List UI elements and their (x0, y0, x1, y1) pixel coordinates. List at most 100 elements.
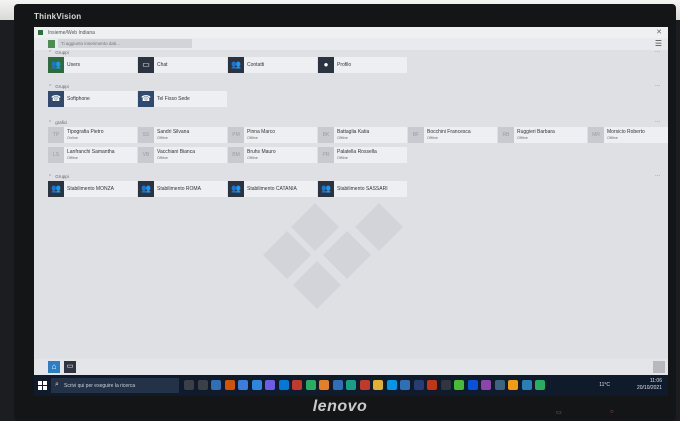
group-header[interactable]: ⌃ Gruppi (48, 174, 69, 180)
excel-icon[interactable] (305, 380, 316, 390)
watermark-shape (322, 230, 372, 280)
tile-status: Offline (337, 136, 348, 140)
group-icon: 👥 (48, 181, 64, 197)
tile-name: Softphone (67, 96, 90, 102)
tile-item[interactable]: ☎ Tel Fisso Sede (138, 91, 227, 107)
group-header[interactable]: ⌃ Gruppi (48, 50, 69, 56)
app-icon[interactable] (373, 380, 383, 390)
chevron-up-icon[interactable]: ⌃ (48, 120, 52, 126)
taskbar: ⌕ Scrivi qui per eseguire la ricerca 11°… (34, 375, 668, 396)
store-icon[interactable] (238, 380, 248, 390)
outlook-icon[interactable] (332, 380, 343, 390)
tray-date: 20/10/2021 (636, 385, 662, 391)
group-more-icon[interactable]: ... (655, 118, 660, 124)
avatar: RB (498, 127, 514, 143)
tile-status: Offline (427, 136, 438, 140)
tile-contact[interactable]: BM Bruhs Mauro Offline (228, 147, 317, 163)
app-icon[interactable] (359, 380, 370, 390)
tile-name: Contatti (247, 62, 265, 68)
tile-contact[interactable]: MR Morsicio Roberto Offline (588, 127, 668, 143)
tile-item[interactable]: 👥 Stabilimento CATANIA (228, 181, 317, 197)
app-icon[interactable] (467, 380, 478, 390)
group-more-icon[interactable]: ... (655, 48, 660, 54)
group-label: Gruppi (55, 84, 69, 89)
tile-item[interactable]: 👥 Stabilimento SASSARI (318, 181, 407, 197)
close-icon[interactable]: ✕ (656, 28, 662, 36)
grid-icon[interactable] (653, 361, 665, 373)
app-icon[interactable] (454, 380, 464, 390)
group-more-icon[interactable]: ... (655, 172, 660, 178)
group-more-icon[interactable]: ... (655, 82, 660, 88)
monitor-brand-bottom: lenovo (312, 398, 368, 415)
tile-item[interactable]: ☎ Softphone (48, 91, 137, 107)
tile-status: Offline (607, 136, 618, 140)
tile-name: Lanfranchi Samantha (67, 149, 115, 155)
tile-contact[interactable]: BF Bocchini Francesca Offline (408, 127, 497, 143)
app-icon[interactable] (508, 380, 518, 390)
tile-contact[interactable]: BK Battaglia Katia Offline (318, 127, 407, 143)
tile-name: Chat (157, 62, 168, 68)
watermark-shape (354, 202, 404, 252)
search-input[interactable]: Ti aggiunto inserimento dati... (58, 39, 192, 48)
powerpoint-icon[interactable] (319, 380, 329, 390)
acrobat-icon[interactable] (292, 380, 302, 390)
chat-icon[interactable]: ▭ (64, 361, 76, 373)
tile-contact[interactable]: RB Ruggieri Barbara Offline (498, 127, 587, 143)
chevron-up-icon[interactable]: ⌃ (48, 174, 52, 180)
group-header[interactable]: ⌃ grafici (48, 120, 67, 126)
edge-icon[interactable] (211, 380, 221, 390)
group-label: Gruppi (55, 174, 69, 179)
menu-icon[interactable]: ☰ (655, 39, 662, 48)
tile-contact[interactable]: PR Palatella Rossella Offline (318, 147, 407, 163)
app-icon[interactable] (413, 380, 424, 390)
tile-contact[interactable]: TP Tipografia Pietro Online (48, 127, 137, 143)
tile-item[interactable]: 👥 Stabilimento ROMA (138, 181, 227, 197)
tray-clock[interactable]: 11:06 20/10/2021 (637, 378, 662, 392)
window-titlebar: Insieme/Web Indiana ✕ (34, 27, 668, 38)
tile-item[interactable]: 👥 Users (48, 57, 137, 73)
profile-icon: ● (318, 57, 334, 73)
windows-start-icon[interactable] (38, 381, 47, 390)
tile-name: Stabilimento SASSARI (337, 186, 388, 192)
tile-contact[interactable]: PM Pinna Marco Offline (228, 127, 317, 143)
taskbar-search-placeholder: Scrivi qui per eseguire la ricerca (64, 383, 136, 389)
teams-icon[interactable] (265, 380, 275, 390)
taskbar-search-input[interactable]: ⌕ Scrivi qui per eseguire la ricerca (51, 378, 179, 393)
tile-contact[interactable]: LS Lanfranchi Samantha Offline (48, 147, 137, 163)
monitor-brand-top: ThinkVision (34, 12, 82, 21)
avatar: PM (228, 127, 244, 143)
app-icon[interactable] (481, 380, 491, 390)
app-icon[interactable] (400, 380, 410, 390)
word-icon[interactable] (278, 380, 289, 390)
app-icon[interactable] (535, 380, 545, 390)
avatar: SS (138, 127, 154, 143)
watermark-shape (292, 260, 342, 310)
mail-icon[interactable] (251, 380, 262, 390)
tile-name: Profilo (337, 62, 352, 68)
tile-item[interactable]: 👥 Stabilimento MONZA (48, 181, 137, 197)
tile-item[interactable]: ● Profilo (318, 57, 407, 73)
tile-contact[interactable]: SS Sandri Silvana Offline (138, 127, 227, 143)
tile-status: Offline (157, 136, 168, 140)
tile-item[interactable]: 👥 Contatti (228, 57, 317, 73)
tile-contact[interactable]: VB Vacchiani Bianca Offline (138, 147, 227, 163)
home-icon[interactable]: ⌂ (48, 361, 60, 373)
app-icon[interactable] (494, 380, 505, 390)
chevron-up-icon[interactable]: ⌃ (48, 50, 52, 56)
task-view-icon[interactable] (184, 380, 194, 390)
app-icon[interactable] (346, 380, 356, 390)
window-title: Insieme/Web Indiana (48, 30, 95, 36)
widgets-icon[interactable] (197, 380, 208, 390)
tile-item[interactable]: ▭ Chat (138, 57, 227, 73)
group-header[interactable]: ⌃ Gruppi (48, 84, 69, 90)
app-icon[interactable] (440, 380, 451, 390)
avatar: BF (408, 127, 424, 143)
tile-name: Pinna Marco (247, 129, 276, 135)
explorer-icon[interactable] (224, 380, 235, 390)
app-icon[interactable] (521, 380, 532, 390)
app-icon[interactable] (386, 380, 397, 390)
avatar: PR (318, 147, 334, 163)
app-icon[interactable] (427, 380, 437, 390)
avatar: MR (588, 127, 604, 143)
chevron-up-icon[interactable]: ⌃ (48, 84, 52, 90)
